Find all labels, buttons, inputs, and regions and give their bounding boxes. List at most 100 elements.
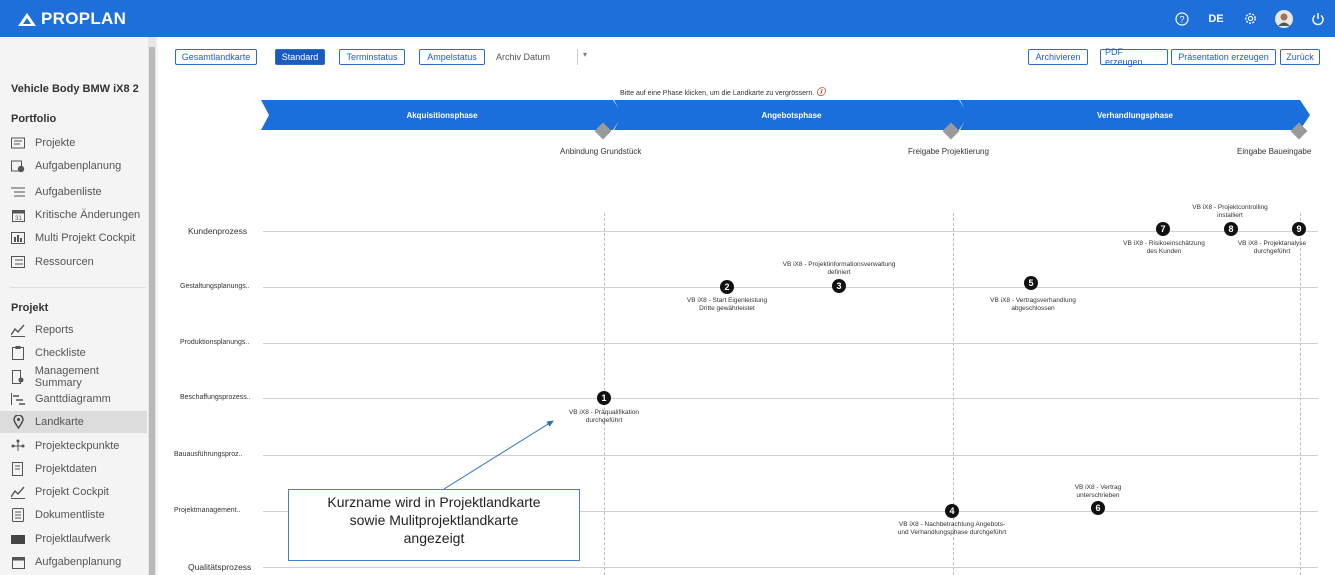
lane-label: Gestaltungsplanungs..: [180, 283, 250, 290]
event-label-5: VB iX8 - Vertragsverhandlung abgeschlosse…: [975, 297, 1091, 313]
sidebar-item-label: Aufgabenplanung: [35, 160, 122, 172]
callout-line: Kurzname wird in Projektlandkarte: [327, 494, 541, 510]
gantt-icon: [11, 392, 25, 406]
sidebar-item-projekteckpunkte[interactable]: Projekteckpunkte: [0, 435, 147, 457]
sidebar-item-projekt-cockpit[interactable]: Projekt Cockpit: [0, 481, 147, 503]
project-cockpit-icon: [11, 485, 25, 499]
event-line: unterschrieben: [1076, 492, 1120, 499]
event-line: VB iX8 - Vertragsverhandlung: [990, 297, 1076, 304]
phase-verhandlung[interactable]: Verhandlungsphase: [960, 100, 1310, 130]
event-line: durchgeführt: [585, 417, 623, 424]
sidebar-scrollbar-thumb[interactable]: [149, 47, 155, 575]
event-marker-8[interactable]: 8: [1224, 222, 1238, 236]
event-marker-5[interactable]: 5: [1024, 276, 1038, 290]
project-name: Vehicle Body BMW iX8 2: [11, 83, 139, 95]
gear-icon[interactable]: [1233, 0, 1267, 37]
top-bar: PROPLAN ? DE: [0, 0, 1335, 37]
chevron-down-icon[interactable]: ▾: [583, 50, 587, 59]
event-marker-7[interactable]: 7: [1156, 222, 1170, 236]
event-label-7: VB iX8 - Risikoeinschätzung des Kunden: [1110, 240, 1218, 256]
sidebar-item-projektdaten[interactable]: Projektdaten: [0, 458, 147, 480]
event-line: des Kunden: [1146, 248, 1182, 255]
sidebar-divider: [10, 287, 146, 288]
event-marker-1[interactable]: 1: [597, 391, 611, 405]
sidebar-item-label: Aufgabenplanung: [35, 556, 122, 568]
phase-angebot[interactable]: Angebotsphase: [614, 100, 969, 130]
event-line: abgeschlossen: [1011, 305, 1055, 312]
event-marker-4[interactable]: 4: [945, 504, 959, 518]
lane-label: Projektmanagement..: [174, 507, 241, 514]
gesamtlandkarte-button[interactable]: Gesamtlandkarte: [175, 49, 257, 65]
event-line: VB iX8 - Start Eigenleistung: [686, 297, 768, 304]
lane-line: [263, 343, 1318, 344]
document-list-icon: [11, 508, 25, 522]
ampelstatus-button[interactable]: Ampelstatus: [419, 49, 485, 65]
sidebar-item-label: Ressourcen: [35, 256, 94, 268]
sidebar-item-projekte[interactable]: Projekte: [0, 132, 147, 154]
terminstatus-button[interactable]: Terminstatus: [339, 49, 405, 65]
event-marker-3[interactable]: 3: [832, 279, 846, 293]
sidebar-item-reports[interactable]: Reports: [0, 319, 147, 341]
sidebar-item-aufgabenplanung[interactable]: Aufgabenplanung: [0, 155, 147, 177]
archivieren-button[interactable]: Archivieren: [1028, 49, 1088, 65]
sidebar-item-checkliste[interactable]: Checkliste: [0, 342, 147, 364]
event-label-8: VB iX8 - Projektcontrolling installiert: [1180, 204, 1280, 220]
sidebar-item-ressourcen[interactable]: Ressourcen: [0, 251, 147, 273]
task-list-icon: [11, 185, 25, 199]
sidebar-item-label: Checkliste: [35, 347, 86, 359]
sidebar-item-label: Landkarte: [35, 416, 84, 428]
lane-label: Kundenprozess: [188, 226, 248, 236]
summary-icon: [11, 370, 25, 384]
event-label-6: VB iX8 - Vertrag unterschrieben: [1060, 484, 1136, 500]
logo-text: PROPLAN: [41, 9, 127, 28]
sidebar-item-label: Aufgabenliste: [35, 186, 102, 198]
lane-line: [263, 567, 1318, 568]
event-label-1: VB iX8 - Präqualifikation durchgeführt: [552, 409, 656, 425]
pdf-button[interactable]: PDF erzeugen: [1100, 47, 1168, 67]
sidebar-item-landkarte[interactable]: Landkarte: [0, 411, 147, 433]
lane-label: Bauausführungsproz..: [174, 451, 243, 458]
event-line: VB iX8 - Präqualifikation: [568, 409, 640, 416]
archiv-datum-select[interactable]: Archiv Datum: [496, 52, 550, 62]
map-pin-icon: [11, 415, 25, 429]
sidebar-item-label: Management Summary: [34, 365, 99, 389]
sidebar-item-aufgabenplanung-2[interactable]: Aufgabenplanung: [0, 551, 147, 573]
logo[interactable]: PROPLAN: [18, 9, 126, 29]
praesentation-button[interactable]: Präsentation erzeugen: [1171, 49, 1276, 65]
event-marker-6[interactable]: 6: [1091, 501, 1105, 515]
milestone-label: Freigabe Projektierung: [908, 147, 989, 156]
event-marker-2[interactable]: 2: [720, 280, 734, 294]
info-icon: ⓘ: [816, 87, 826, 97]
lane-label: Produktionsplanungs..: [180, 339, 250, 346]
hint-text: Bitte auf eine Phase klicken, um die Lan…: [620, 90, 815, 97]
callout-line: sowie Mulitprojektlandkarte: [349, 512, 519, 528]
avatar[interactable]: [1267, 0, 1301, 37]
power-icon[interactable]: [1301, 0, 1335, 37]
lane-line: [263, 398, 1318, 399]
sidebar-item-kritische-aenderungen[interactable]: 31 Kritische Änderungen: [0, 204, 147, 226]
zurueck-button[interactable]: Zurück: [1280, 49, 1320, 65]
phase-label: Verhandlungsphase: [1096, 110, 1174, 120]
event-marker-9[interactable]: 9: [1292, 222, 1306, 236]
sidebar-item-projektlaufwerk[interactable]: Projektlaufwerk: [0, 528, 147, 550]
event-line: und Verhandlungsphase durchgeführt: [897, 529, 1007, 536]
sidebar-item-multi-projekt-cockpit[interactable]: Multi Projekt Cockpit: [0, 227, 147, 249]
phase-akquisition[interactable]: Akquisitionsphase: [261, 100, 623, 130]
event-line: VB iX8 - Projektanalyse: [1237, 240, 1307, 247]
drive-icon: [11, 532, 25, 546]
map-hint: Bitte auf eine Phase klicken, um die Lan…: [620, 85, 825, 98]
event-line: VB iX8 - Nachbetrachtung Angebots-: [898, 521, 1006, 528]
event-line: installiert: [1217, 212, 1243, 219]
help-icon[interactable]: ?: [1165, 0, 1199, 37]
language-switch[interactable]: DE: [1199, 0, 1233, 37]
sidebar-item-ganttdiagramm[interactable]: Ganttdiagramm: [0, 388, 147, 410]
sidebar-item-management-summary[interactable]: Management Summary: [0, 365, 147, 389]
sidebar-item-label: Dokumentliste: [35, 509, 105, 521]
event-label-3: VB iX8 - Projektinformationsverwaltung de…: [764, 261, 914, 277]
sidebar-item-aufgabenliste[interactable]: Aufgabenliste: [0, 181, 147, 203]
milestone-label: Anbindung Grundstück: [560, 147, 642, 156]
standard-button[interactable]: Standard: [275, 49, 325, 65]
sidebar-item-dokumentliste[interactable]: Dokumentliste: [0, 504, 147, 526]
event-label-9: VB iX8 - Projektanalyse durchgeführt: [1228, 240, 1316, 256]
phase-label: Akquisitionsphase: [406, 110, 478, 120]
